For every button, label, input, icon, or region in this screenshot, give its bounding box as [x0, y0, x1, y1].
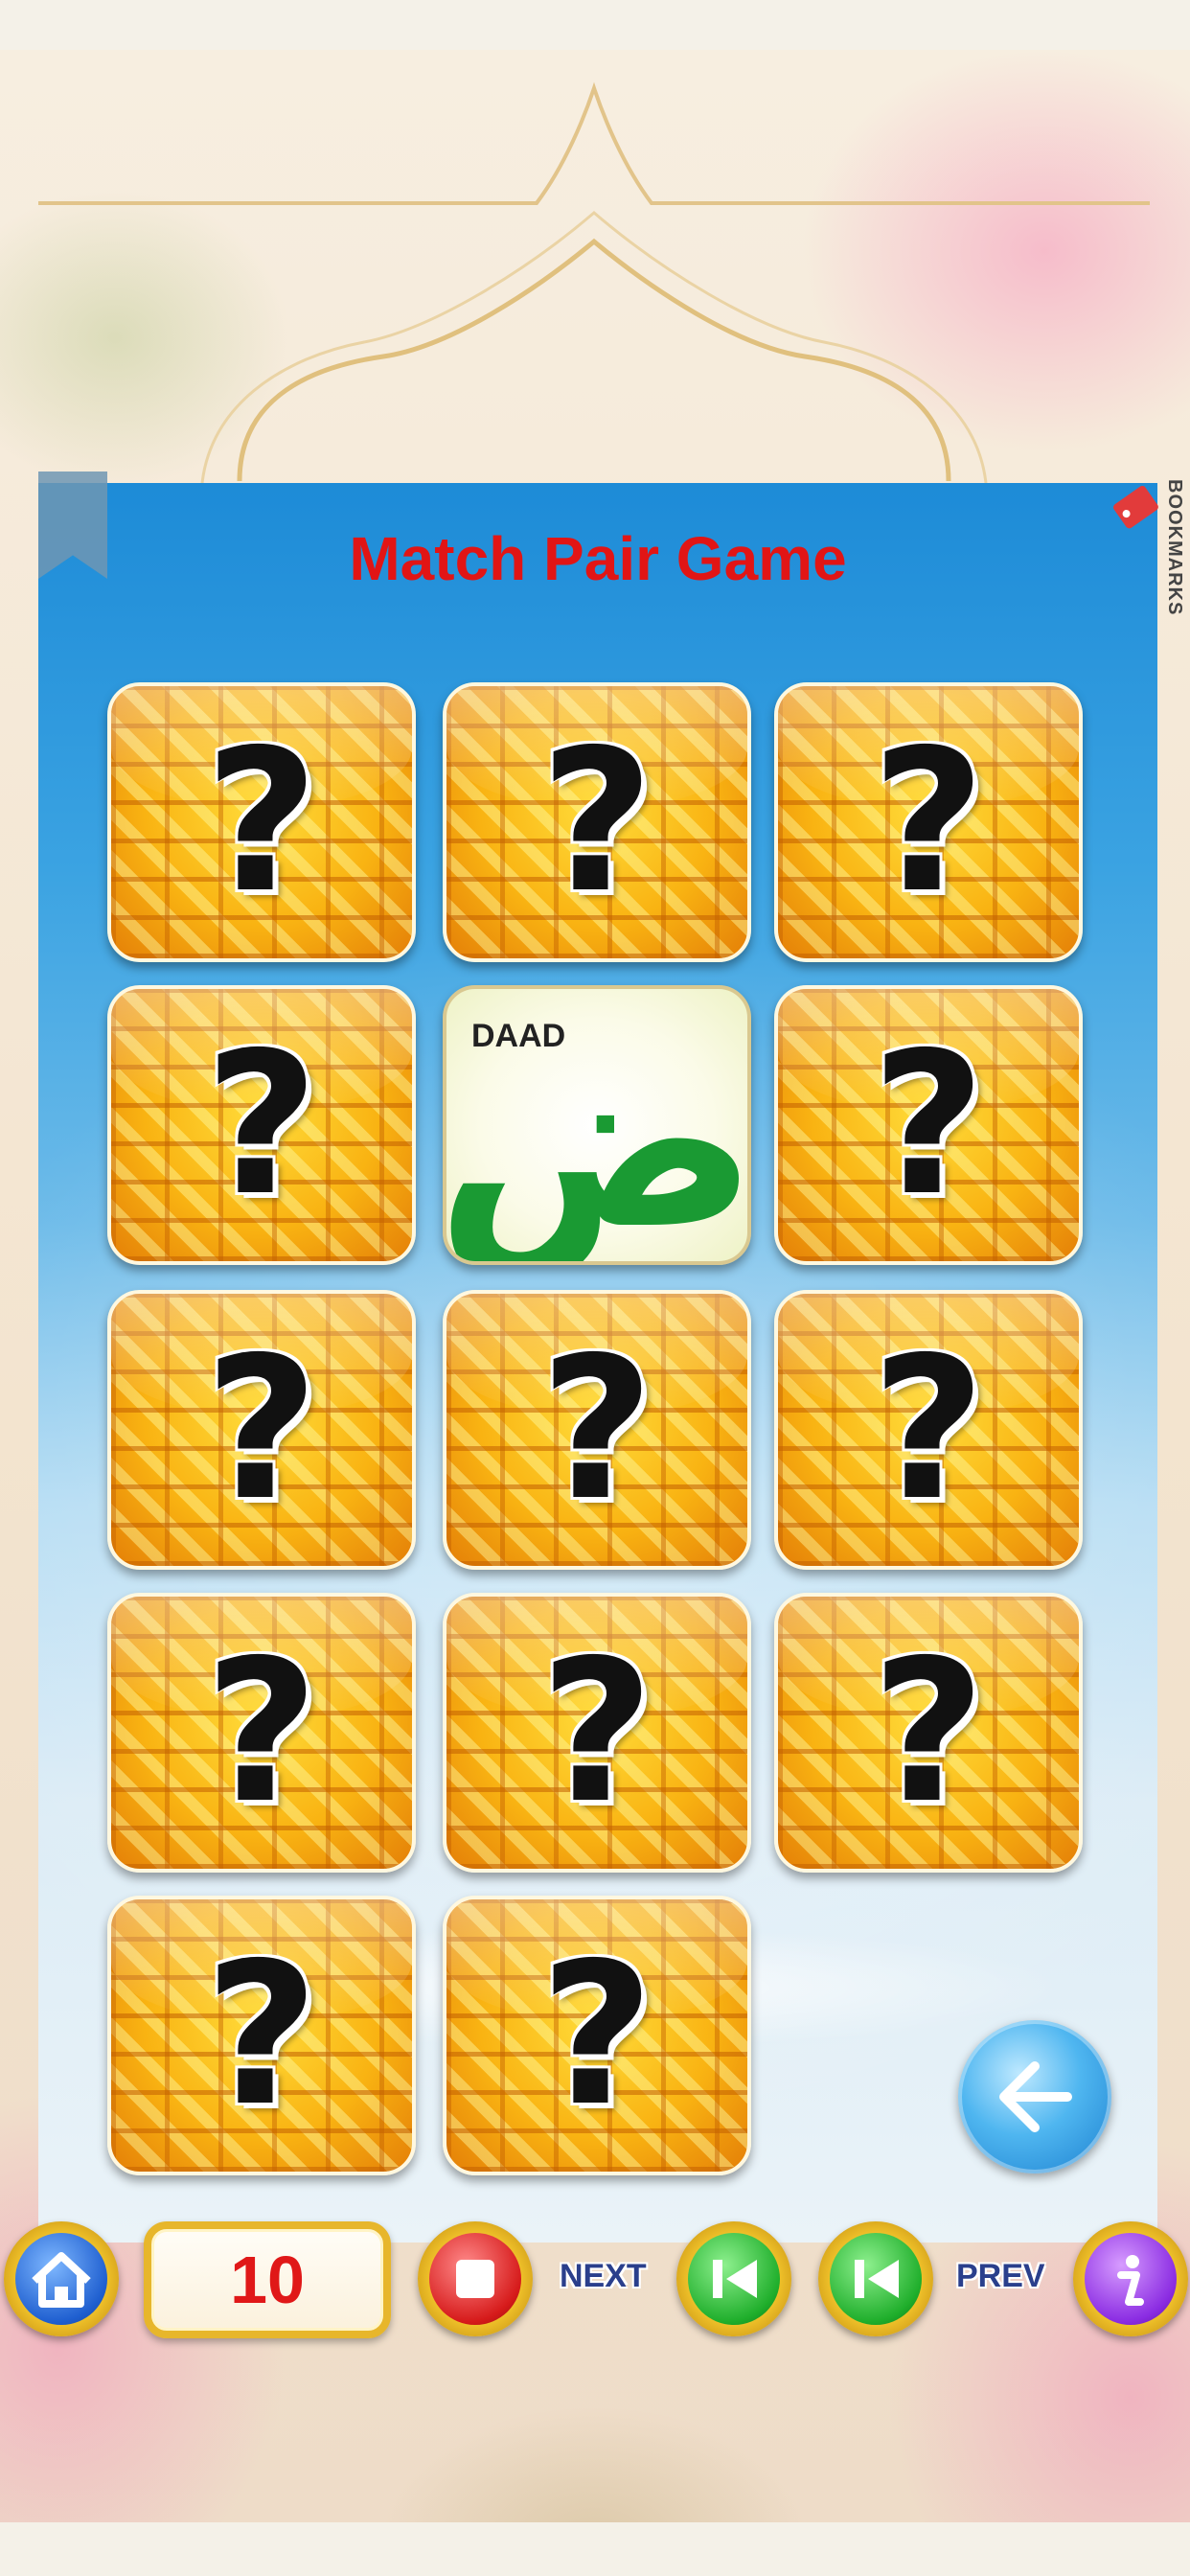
question-mark-icon: ?: [871, 708, 986, 936]
question-mark-icon: ?: [204, 1619, 319, 1847]
question-mark-icon: ?: [539, 1619, 654, 1847]
info-icon: [1117, 2255, 1144, 2306]
question-mark-icon: ?: [871, 1011, 986, 1239]
question-mark-icon: ?: [871, 1619, 986, 1847]
question-mark-icon: ?: [204, 1921, 319, 2150]
question-mark-icon: ?: [539, 1316, 654, 1544]
question-mark-icon: ?: [871, 1316, 986, 1544]
hidden-card[interactable]: ?: [443, 682, 751, 962]
question-mark-icon: ?: [204, 708, 319, 936]
prev-label[interactable]: PREV: [956, 2258, 1045, 2295]
home-button[interactable]: [4, 2221, 119, 2336]
hidden-card[interactable]: ?: [443, 1290, 751, 1570]
next-button[interactable]: [676, 2221, 791, 2336]
stop-icon: [456, 2260, 494, 2298]
game-title: Match Pair Game: [349, 524, 847, 593]
bookmark-tag-icon[interactable]: [1111, 479, 1161, 613]
question-mark-icon: ?: [204, 1011, 319, 1239]
hidden-card[interactable]: ?: [107, 1593, 416, 1873]
question-mark-icon: ?: [204, 1316, 319, 1544]
hidden-card[interactable]: ?: [774, 1290, 1083, 1570]
prev-button[interactable]: [818, 2221, 933, 2336]
arrow-left-icon: [999, 2061, 1072, 2132]
skip-back-icon: [855, 2260, 899, 2298]
bookmarks-tab[interactable]: BOOKMARKS: [1163, 479, 1185, 615]
skip-back-icon: [713, 2260, 757, 2298]
question-mark-icon: ?: [539, 1921, 654, 2150]
stop-button[interactable]: [418, 2221, 533, 2336]
arch-decoration: [38, 81, 1150, 500]
next-label[interactable]: NEXT: [560, 2258, 647, 2295]
page-counter: 10: [144, 2221, 391, 2338]
hidden-card[interactable]: ?: [774, 985, 1083, 1265]
info-button[interactable]: [1073, 2221, 1188, 2336]
hidden-card[interactable]: ?: [107, 1896, 416, 2175]
hidden-card[interactable]: ?: [443, 1593, 751, 1873]
hidden-card[interactable]: ?: [774, 1593, 1083, 1873]
question-mark-icon: ?: [539, 708, 654, 936]
arabic-letter: ض: [443, 1002, 751, 1265]
hidden-card[interactable]: ?: [107, 682, 416, 962]
hidden-card[interactable]: ?: [107, 1290, 416, 1570]
hidden-card[interactable]: ?: [774, 682, 1083, 962]
hidden-card[interactable]: ?: [107, 985, 416, 1265]
home-icon: [32, 2252, 91, 2308]
back-button[interactable]: [958, 2020, 1111, 2174]
letter-card[interactable]: DAAD ض: [443, 985, 751, 1265]
hidden-card[interactable]: ?: [443, 1896, 751, 2175]
